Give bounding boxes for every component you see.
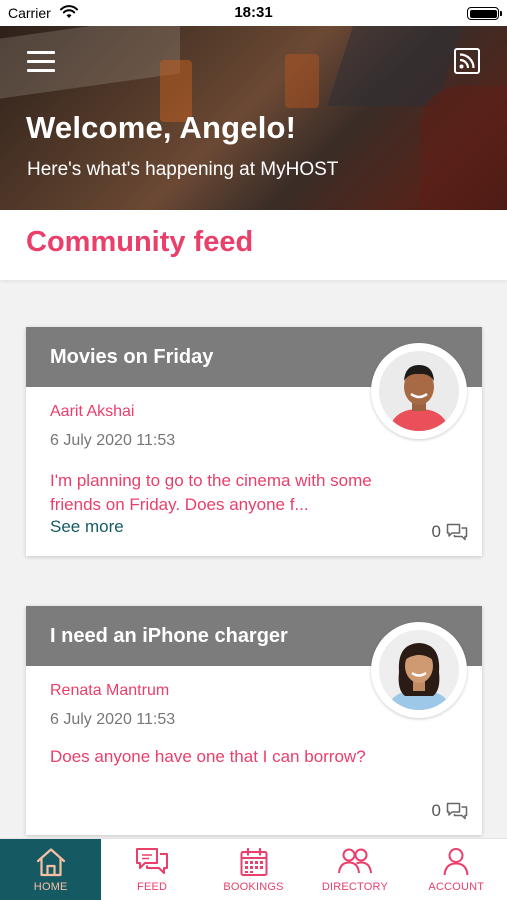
tab-directory[interactable]: DIRECTORY bbox=[304, 839, 405, 900]
post-author[interactable]: Renata Mantrum bbox=[50, 682, 169, 700]
section-title: Community feed bbox=[26, 226, 254, 258]
post-date: 6 July 2020 11:53 bbox=[50, 432, 176, 449]
welcome-banner: Welcome, Angelo! Here's what's happening… bbox=[0, 26, 507, 210]
status-bar: Carrier 18:31 bbox=[0, 0, 507, 26]
comments-button[interactable]: 0 bbox=[432, 801, 468, 821]
post-title: I need an iPhone charger bbox=[50, 625, 288, 647]
comment-count: 0 bbox=[431, 522, 441, 541]
rss-feed-icon[interactable] bbox=[454, 48, 480, 74]
tab-bookings[interactable]: BOOKINGS bbox=[203, 839, 304, 900]
tab-label: FEED bbox=[137, 881, 168, 893]
battery-icon bbox=[467, 7, 502, 20]
post-title: Movies on Friday bbox=[50, 346, 214, 368]
bottom-tab-bar: HOME FEED BOOKINGS DIRECTORY ACCOUNT bbox=[0, 838, 507, 900]
post-date: 6 July 2020 11:53 bbox=[50, 711, 176, 728]
welcome-title: Welcome, Angelo! bbox=[26, 110, 297, 145]
post-body: I'm planning to go to the cinema with so… bbox=[50, 471, 372, 514]
section-header: Community feed bbox=[0, 210, 507, 280]
post-author[interactable]: Aarit Akshai bbox=[50, 403, 134, 421]
welcome-subtitle: Here's what's happening at MyHOST bbox=[27, 159, 339, 180]
hamburger-menu-icon[interactable] bbox=[27, 51, 55, 73]
people-icon bbox=[337, 848, 372, 874]
see-more-link[interactable]: See more bbox=[50, 517, 124, 537]
avatar-photo bbox=[379, 351, 459, 431]
tab-label: ACCOUNT bbox=[428, 881, 485, 893]
comments-icon bbox=[446, 802, 468, 820]
avatar-photo bbox=[379, 630, 459, 710]
comment-count: 0 bbox=[431, 801, 441, 820]
tab-label: HOME bbox=[33, 881, 68, 893]
tab-feed[interactable]: FEED bbox=[101, 839, 202, 900]
clock: 18:31 bbox=[234, 4, 273, 21]
tab-home[interactable]: HOME bbox=[0, 839, 102, 900]
avatar[interactable] bbox=[371, 343, 467, 439]
tab-account[interactable]: ACCOUNT bbox=[406, 839, 507, 900]
post-card[interactable]: I need an iPhone charger Renata Mantrum … bbox=[26, 606, 482, 835]
post-body: Does anyone have one that I can borrow? bbox=[50, 747, 366, 766]
comments-icon bbox=[446, 523, 468, 541]
avatar[interactable] bbox=[371, 622, 467, 718]
tab-label: BOOKINGS bbox=[223, 881, 284, 893]
person-icon bbox=[443, 848, 469, 876]
tab-label: DIRECTORY bbox=[321, 881, 389, 893]
comments-button[interactable]: 0 bbox=[432, 522, 468, 542]
post-card[interactable]: Movies on Friday Aarit Akshai 6 July 202… bbox=[26, 327, 482, 556]
chat-bubbles-icon bbox=[136, 848, 169, 874]
calendar-icon bbox=[240, 847, 268, 876]
home-icon bbox=[36, 848, 65, 877]
